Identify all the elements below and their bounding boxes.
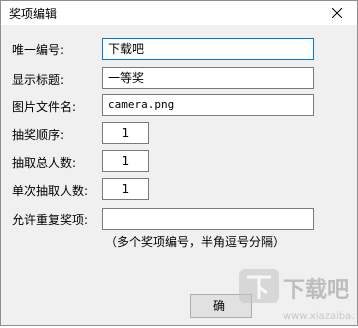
allow-repeat-hint: （多个奖项编号，半角逗号分隔） xyxy=(105,235,286,249)
image-file-label: 图片文件名: xyxy=(12,100,77,114)
allow-repeat-field[interactable] xyxy=(102,208,314,230)
window-title: 奖项编辑 xyxy=(9,7,58,21)
id-field[interactable]: 下载吧 xyxy=(102,38,314,60)
close-icon xyxy=(332,8,342,18)
allow-repeat-label: 允许重复奖项: xyxy=(12,213,89,227)
watermark-logo: 下载吧 www.xiazaiba.com xyxy=(237,263,358,325)
image-file-field[interactable]: camera.png xyxy=(102,94,314,116)
display-title-label: 显示标题: xyxy=(12,73,65,87)
per-draw-label: 单次抽取人数: xyxy=(12,184,89,198)
prize-edit-dialog: 奖项编辑 唯一编号: 下载吧 显示标题: 一等奖 图片文件名: camera.p… xyxy=(0,0,358,326)
draw-order-label: 抽奖顺序: xyxy=(12,128,65,142)
draw-order-field[interactable]: 1 xyxy=(102,122,149,144)
per-draw-field[interactable]: 1 xyxy=(102,178,149,200)
watermark-text: 下载吧 xyxy=(283,277,349,303)
close-button[interactable] xyxy=(317,1,357,25)
id-label: 唯一编号: xyxy=(12,43,65,57)
display-title-field[interactable]: 一等奖 xyxy=(102,67,314,89)
total-winners-label: 抽取总人数: xyxy=(12,156,77,170)
title-bar[interactable]: 奖项编辑 xyxy=(1,1,357,25)
total-winners-field[interactable]: 1 xyxy=(102,150,149,172)
watermark-url: www.xiazaiba.com xyxy=(283,311,355,322)
